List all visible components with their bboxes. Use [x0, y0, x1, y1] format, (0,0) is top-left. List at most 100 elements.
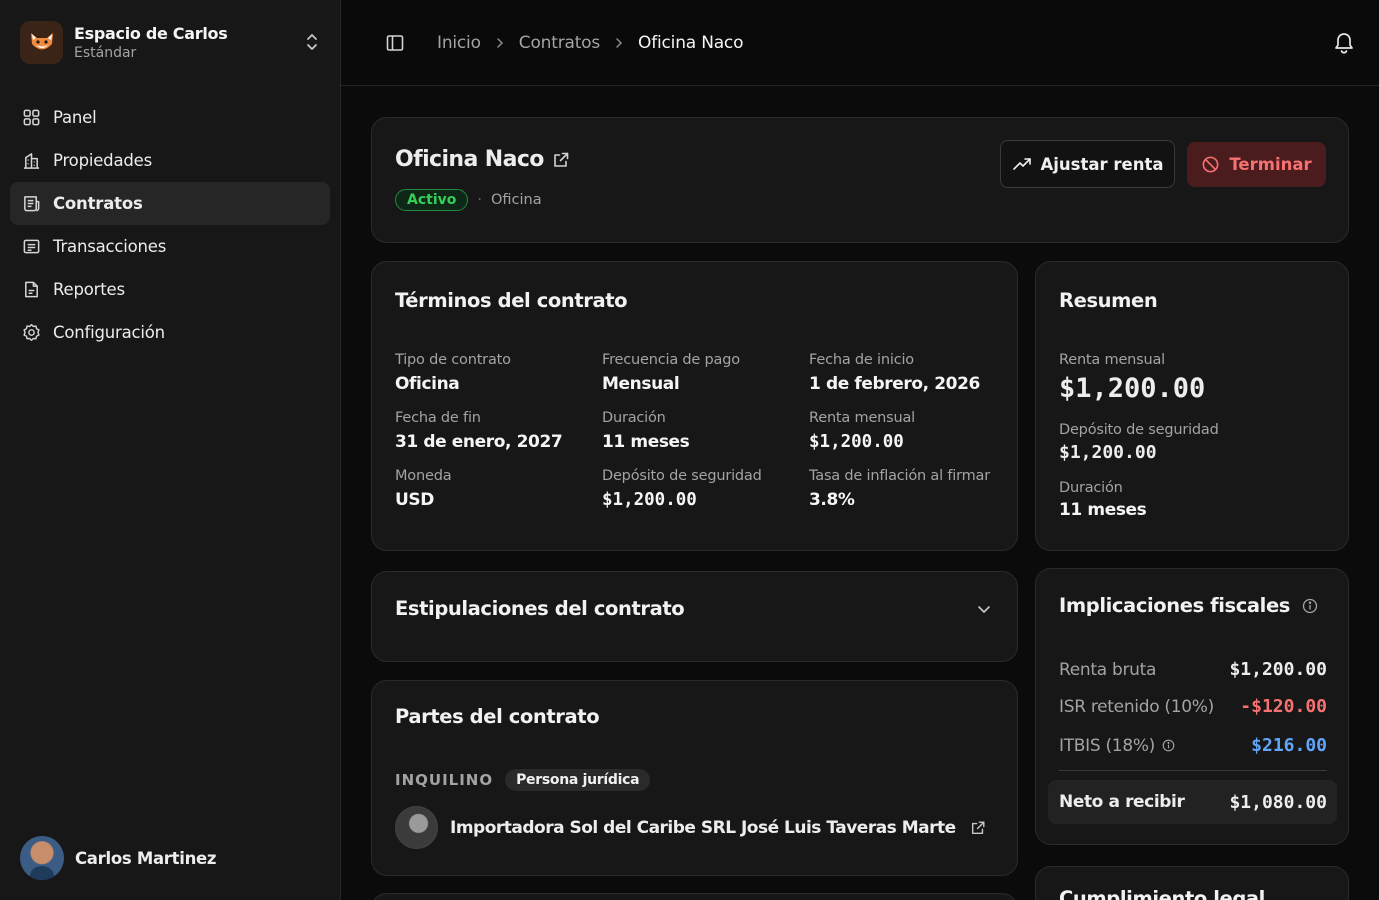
term-field: Fecha de inicio 1 de febrero, 2026	[809, 352, 1005, 394]
external-link-icon[interactable]	[552, 151, 570, 169]
sidebar-item-contratos[interactable]: Contratos	[10, 182, 330, 225]
chevrons-up-down-icon	[307, 34, 317, 50]
row-label: ISR retenido (10%)	[1059, 696, 1214, 717]
section-title-text: Implicaciones fiscales	[1059, 594, 1290, 617]
term-field: Depósito de seguridad $1,200.00	[602, 468, 809, 510]
breadcrumb-inicio[interactable]: Inicio	[437, 33, 481, 53]
rent-value: $1,200.00	[1059, 373, 1206, 404]
field-value: 11 meses	[602, 432, 690, 452]
adjust-rent-button[interactable]: Ajustar renta	[1000, 140, 1175, 188]
gross-rent-row: Renta bruta $1,200.00	[1059, 659, 1327, 680]
term-field: Tasa de inflación al firmar 3.8%	[809, 468, 1005, 510]
field-value: USD	[395, 490, 434, 510]
sidebar-item-propiedades[interactable]: Propiedades	[10, 139, 330, 182]
sidebar-toggle-icon[interactable]	[385, 33, 405, 53]
field-value: Oficina	[395, 374, 460, 394]
field-label: Tasa de inflación al firmar	[809, 468, 990, 484]
info-icon[interactable]	[1302, 598, 1318, 614]
sidebar-item-label: Transacciones	[53, 237, 167, 256]
term-field: Tipo de contrato Oficina	[395, 352, 602, 394]
divider	[1059, 770, 1327, 771]
gear-icon	[23, 323, 40, 342]
next-card	[371, 893, 1018, 900]
avatar	[395, 806, 438, 849]
section-title: Términos del contrato	[395, 289, 628, 312]
breadcrumb-contratos[interactable]: Contratos	[519, 33, 600, 53]
chevron-down-icon	[978, 606, 990, 613]
field-value: 3.8%	[809, 490, 855, 510]
summary-duration: Duración 11 meses	[1059, 480, 1147, 520]
workspace-plan: Estándar	[74, 44, 137, 61]
sidebar-item-configuracion[interactable]: Configuración	[10, 311, 330, 354]
receipt-icon	[23, 239, 40, 254]
net-row: Neto a recibir $1,080.00	[1048, 780, 1337, 824]
breadcrumb-current: Oficina Naco	[638, 32, 744, 53]
sidebar-item-label: Reportes	[53, 280, 125, 299]
workspace-logo	[20, 20, 63, 64]
field-label: Depósito de seguridad	[1059, 422, 1219, 438]
legal-compliance-card: Cumplimiento legal	[1035, 866, 1349, 900]
external-link-icon[interactable]	[970, 820, 986, 836]
entity-type-badge: Persona jurídica	[505, 769, 651, 791]
chevron-right-icon	[497, 37, 503, 48]
isr-row: ISR retenido (10%) -$120.00	[1059, 696, 1327, 717]
document-icon	[24, 196, 40, 212]
user-name: Carlos Martinez	[75, 848, 217, 868]
field-label: Frecuencia de pago	[602, 352, 740, 368]
tax-implications-card: Implicaciones fiscales Renta bruta $1,20…	[1035, 568, 1349, 845]
stipulations-accordion[interactable]: Estipulaciones del contrato	[371, 571, 1018, 662]
party-role: INQUILINO	[395, 771, 494, 789]
grid-icon	[23, 109, 40, 126]
bell-icon[interactable]	[1333, 30, 1355, 54]
breadcrumb: Inicio Contratos Oficina Naco	[437, 33, 743, 53]
workspace-switcher[interactable]: Espacio de Carlos Estándar	[10, 14, 330, 70]
sidebar-item-transacciones[interactable]: Transacciones	[10, 225, 330, 268]
building-icon	[23, 153, 40, 169]
workspace-name: Espacio de Carlos	[74, 23, 228, 43]
field-label: Renta mensual	[1059, 352, 1166, 368]
isr-value: -$120.00	[1240, 696, 1327, 717]
term-field: Moneda USD	[395, 468, 602, 510]
terminate-button[interactable]: Terminar	[1187, 142, 1326, 187]
contract-type: Oficina	[490, 192, 542, 208]
section-title: Cumplimiento legal	[1059, 887, 1265, 900]
sidebar-item-panel[interactable]: Panel	[10, 96, 330, 139]
net-value: $1,080.00	[1229, 791, 1327, 813]
section-title: Resumen	[1059, 289, 1158, 312]
sidebar-item-label: Contratos	[53, 194, 143, 213]
contract-terms-card: Términos del contrato Tipo de contrato Of…	[371, 261, 1018, 551]
sidebar-item-reportes[interactable]: Reportes	[10, 268, 330, 311]
field-value: 31 de enero, 2027	[395, 432, 563, 452]
separator-dot: ·	[477, 192, 482, 208]
party-name: Importadora Sol del Caribe SRL José Luis…	[450, 817, 956, 838]
field-label: Depósito de seguridad	[602, 468, 762, 484]
deposit-value: $1,200.00	[1059, 442, 1157, 463]
party-item[interactable]: Importadora Sol del Caribe SRL José Luis…	[395, 806, 986, 849]
field-label: Tipo de contrato	[395, 352, 511, 368]
adjust-rent-label: Ajustar renta	[1040, 154, 1164, 174]
duration-value: 11 meses	[1059, 500, 1147, 520]
field-value: 1 de febrero, 2026	[809, 374, 980, 394]
field-label: Moneda	[395, 468, 452, 484]
sidebar-item-label: Configuración	[53, 323, 165, 342]
contract-header-card: Oficina Naco Activo · Oficina Ajustar re…	[371, 117, 1349, 243]
workspace-text: Espacio de Carlos Estándar	[74, 24, 304, 61]
info-icon[interactable]	[1162, 739, 1175, 752]
term-field: Duración 11 meses	[602, 410, 809, 452]
user-menu[interactable]: Carlos Martinez	[20, 836, 217, 880]
summary-deposit: Depósito de seguridad $1,200.00	[1059, 422, 1219, 463]
trending-up-icon	[1012, 158, 1031, 170]
terminate-label: Terminar	[1229, 155, 1312, 174]
field-value: Mensual	[602, 374, 680, 394]
chevron-right-icon	[616, 37, 623, 48]
field-label: Renta mensual	[809, 410, 916, 426]
party-role-row: INQUILINO Persona jurídica	[395, 769, 651, 791]
term-field: Frecuencia de pago Mensual	[602, 352, 809, 394]
gross-rent-value: $1,200.00	[1229, 659, 1327, 680]
field-label: Fecha de inicio	[809, 352, 914, 368]
net-label: Neto a recibir	[1059, 792, 1185, 812]
row-label: Renta bruta	[1059, 659, 1157, 680]
avatar	[20, 836, 64, 880]
contract-title: Oficina Naco	[395, 147, 544, 172]
sidebar: Espacio de Carlos Estándar Panel Propied…	[0, 0, 341, 900]
